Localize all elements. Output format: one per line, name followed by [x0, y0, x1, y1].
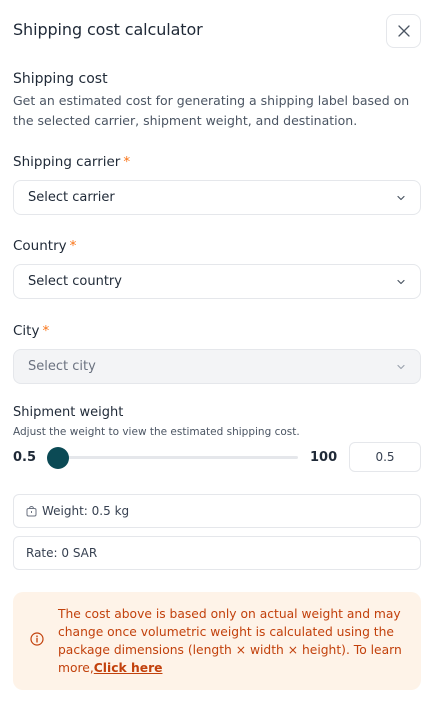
scale-icon — [26, 506, 37, 517]
slider-max-label: 100 — [310, 450, 338, 465]
chevron-down-icon — [397, 364, 405, 370]
country-select[interactable]: Select country — [13, 264, 421, 299]
slider-min-label: 0.5 — [13, 450, 37, 465]
chevron-down-icon — [397, 279, 405, 285]
section-description: Get an estimated cost for generating a s… — [13, 93, 410, 128]
weight-summary: Weight: 0.5 kg — [13, 494, 421, 528]
country-select-value: Select country — [28, 274, 122, 289]
info-icon — [30, 632, 44, 646]
weight-slider-row: 0.5 100 0.5 — [13, 442, 421, 472]
weight-slider[interactable] — [47, 447, 298, 469]
notice-text: The cost above is based only on actual w… — [58, 605, 408, 677]
weight-title: Shipment weight — [13, 405, 124, 420]
section-title: Shipping cost — [13, 71, 108, 87]
close-button[interactable] — [386, 14, 421, 48]
weight-input[interactable]: 0.5 — [349, 442, 421, 472]
slider-thumb[interactable] — [47, 447, 69, 469]
close-icon — [397, 25, 410, 37]
required-mark: * — [69, 238, 77, 254]
city-label-text: City — [13, 323, 40, 339]
volumetric-notice: The cost above is based only on actual w… — [13, 592, 421, 690]
modal-title: Shipping cost calculator — [13, 20, 203, 39]
country-label-text: Country — [13, 238, 67, 254]
carrier-select[interactable]: Select carrier — [13, 180, 421, 215]
required-mark: * — [123, 154, 131, 170]
chevron-down-icon — [397, 195, 405, 201]
weight-hint: Adjust the weight to view the estimated … — [13, 426, 300, 438]
carrier-select-value: Select carrier — [28, 190, 115, 205]
city-label: City * — [13, 323, 49, 339]
carrier-label-text: Shipping carrier — [13, 154, 121, 170]
weight-summary-text: Weight: 0.5 kg — [42, 504, 130, 518]
required-mark: * — [42, 323, 50, 339]
country-label: Country * — [13, 238, 76, 254]
city-select-value: Select city — [28, 359, 96, 374]
modal-header: Shipping cost calculator — [13, 14, 421, 48]
city-select[interactable]: Select city — [13, 349, 421, 384]
rate-summary-text: Rate: 0 SAR — [26, 546, 98, 560]
rate-summary: Rate: 0 SAR — [13, 536, 421, 570]
carrier-label: Shipping carrier * — [13, 154, 130, 170]
learn-more-link[interactable]: Click here — [94, 661, 163, 675]
